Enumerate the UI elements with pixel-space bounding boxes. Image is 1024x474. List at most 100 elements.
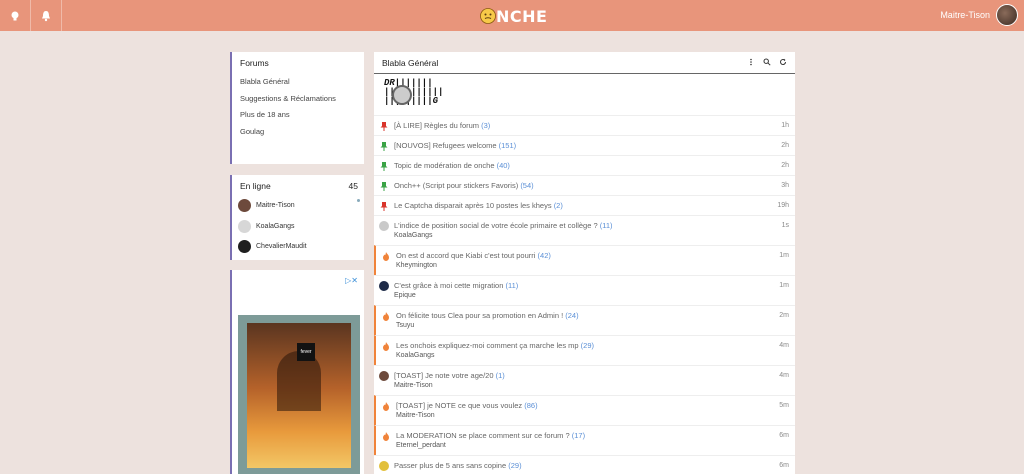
avatar[interactable] xyxy=(379,371,389,381)
forums-title: Forums xyxy=(240,58,269,68)
topic-time: 5m xyxy=(779,402,789,409)
fire-icon xyxy=(382,252,390,261)
topic-title[interactable]: Onch++ (Script pour stickers Favoris) (5… xyxy=(394,181,534,190)
topic-row[interactable]: On est d accord que Kiabi c'est tout pou… xyxy=(374,245,795,275)
online-title: En ligne xyxy=(240,181,271,191)
topic-row[interactable]: L'indice de position social de votre éco… xyxy=(374,215,795,245)
avatar xyxy=(238,198,251,212)
forum-toolbar xyxy=(747,58,787,66)
topic-row[interactable]: Topic de modération de onche (40) 2h xyxy=(374,155,795,175)
topic-time: 1h xyxy=(781,122,789,129)
topic-title[interactable]: C'est grâce à moi cette migration (11) xyxy=(394,281,518,290)
topic-title[interactable]: [TOAST] Je note votre age/20 (1) xyxy=(394,371,505,380)
topic-author[interactable]: Maitre-Tison xyxy=(394,382,433,389)
ad-choices-icon[interactable]: ▷✕ xyxy=(345,276,358,285)
forums-panel: Forums Blabla Général Suggestions & Récl… xyxy=(230,52,364,164)
online-count: 45 xyxy=(348,181,358,191)
forum-banner: DR||||||| ||||||||||| |||||||||G xyxy=(384,79,443,109)
topic-author[interactable]: Maitre-Tison xyxy=(396,412,435,419)
username[interactable]: Maitre-Tison xyxy=(940,10,990,20)
topic-time: 1m xyxy=(779,282,789,289)
fire-icon xyxy=(382,432,390,441)
topic-time: 4m xyxy=(779,372,789,379)
topic-title[interactable]: [TOAST] je NOTE ce que vous voulez (86) xyxy=(396,401,538,410)
ad-brand-logo: fever xyxy=(297,343,315,361)
topic-row[interactable]: C'est grâce à moi cette migration (11) E… xyxy=(374,275,795,305)
header-divider xyxy=(374,73,795,74)
avatar[interactable] xyxy=(379,461,389,471)
topic-row[interactable]: Le Captcha disparait après 10 postes les… xyxy=(374,195,795,215)
fire-icon xyxy=(382,312,390,321)
topic-list-panel: Blabla Général DR||||||| ||||||||||| |||… xyxy=(374,52,795,474)
topic-time: 2m xyxy=(779,312,789,319)
online-user[interactable]: ChevalierMaudit xyxy=(238,239,307,253)
online-user-name: ChevalierMaudit xyxy=(256,242,307,250)
topic-title[interactable]: L'indice de position social de votre éco… xyxy=(394,221,613,230)
more-options-button[interactable] xyxy=(747,58,755,66)
topic-title[interactable]: Le Captcha disparait après 10 postes les… xyxy=(394,201,563,210)
kebab-icon xyxy=(750,58,752,66)
online-user[interactable]: Maitre-Tison xyxy=(238,198,295,212)
avatar[interactable] xyxy=(379,281,389,291)
topic-row[interactable]: La MODERATION se place comment sur ce fo… xyxy=(374,425,795,455)
topic-row[interactable]: Les onchois expliquez-moi comment ça mar… xyxy=(374,335,795,365)
ad-photo: fever xyxy=(247,323,351,468)
topic-row[interactable]: [NOUVOS] Refugees welcome (151) 2h xyxy=(374,135,795,155)
user-avatar[interactable] xyxy=(996,4,1018,26)
refresh-button[interactable] xyxy=(779,58,787,66)
topic-time: 1s xyxy=(781,222,789,229)
avatar xyxy=(238,219,251,233)
forum-link-blabla[interactable]: Blabla Général xyxy=(240,77,290,86)
topic-author[interactable]: Epique xyxy=(394,292,416,299)
ad-image[interactable]: fever xyxy=(238,315,360,474)
lightbulb-button[interactable] xyxy=(0,0,31,31)
topic-time: 19h xyxy=(777,202,789,209)
topic-row[interactable]: [À LIRE] Règles du forum (3) 1h xyxy=(374,115,795,135)
topic-row[interactable]: Onch++ (Script pour stickers Favoris) (5… xyxy=(374,175,795,195)
topic-time: 2h xyxy=(781,142,789,149)
topic-title[interactable]: Passer plus de 5 ans sans copine (29) xyxy=(394,461,522,470)
topic-row[interactable]: [TOAST] Je note votre age/20 (1) Maitre-… xyxy=(374,365,795,395)
bell-icon xyxy=(42,10,50,21)
topic-title[interactable]: Les onchois expliquez-moi comment ça mar… xyxy=(396,341,594,350)
topic-title[interactable]: La MODERATION se place comment sur ce fo… xyxy=(396,431,585,440)
notifications-button[interactable] xyxy=(31,0,62,31)
topic-row[interactable]: [TOAST] je NOTE ce que vous voulez (86) … xyxy=(374,395,795,425)
forum-link-suggestions[interactable]: Suggestions & Réclamations xyxy=(240,94,336,103)
topic-title[interactable]: Topic de modération de onche (40) xyxy=(394,161,510,170)
topic-author[interactable]: Kheymington xyxy=(396,262,437,269)
clock-sticker xyxy=(392,85,412,105)
avatar[interactable] xyxy=(379,221,389,231)
fire-icon xyxy=(382,402,390,411)
topic-time: 4m xyxy=(779,342,789,349)
topic-time: 6m xyxy=(779,432,789,439)
fire-icon xyxy=(382,342,390,351)
search-button[interactable] xyxy=(763,58,771,66)
avatar xyxy=(238,239,251,253)
topic-author[interactable]: KoalaGangs xyxy=(396,352,435,359)
topic-row[interactable]: On félicite tous Clea pour sa promotion … xyxy=(374,305,795,335)
topic-author[interactable]: KoalaGangs xyxy=(394,232,433,239)
pin-icon xyxy=(380,202,388,211)
topic-title[interactable]: On est d accord que Kiabi c'est tout pou… xyxy=(396,251,551,260)
topic-author[interactable]: Eternel_perdant xyxy=(396,442,446,449)
online-user-name: Maitre-Tison xyxy=(256,201,295,209)
status-dot xyxy=(357,199,360,202)
topic-row[interactable]: Passer plus de 5 ans sans copine (29) 6m xyxy=(374,455,795,474)
topic-title[interactable]: On félicite tous Clea pour sa promotion … xyxy=(396,311,579,320)
topic-author[interactable]: Tsuyu xyxy=(396,322,414,329)
topic-time: 1m xyxy=(779,252,789,259)
advertisement[interactable]: ▷✕ fever xyxy=(230,270,364,474)
online-user[interactable]: KoalaGangs xyxy=(238,219,295,233)
logo-text: NCHE xyxy=(496,6,548,26)
topic-title[interactable]: [À LIRE] Règles du forum (3) xyxy=(394,121,490,130)
forum-link-goulag[interactable]: Goulag xyxy=(240,127,264,136)
pin-icon xyxy=(380,122,388,131)
smiley-logo-icon xyxy=(480,8,496,24)
topic-title[interactable]: [NOUVOS] Refugees welcome (151) xyxy=(394,141,516,150)
pin-icon xyxy=(380,142,388,151)
topic-time: 6m xyxy=(779,462,789,469)
site-logo[interactable]: NCHE xyxy=(480,6,548,26)
forum-link-18plus[interactable]: Plus de 18 ans xyxy=(240,110,290,119)
pin-icon xyxy=(380,182,388,191)
